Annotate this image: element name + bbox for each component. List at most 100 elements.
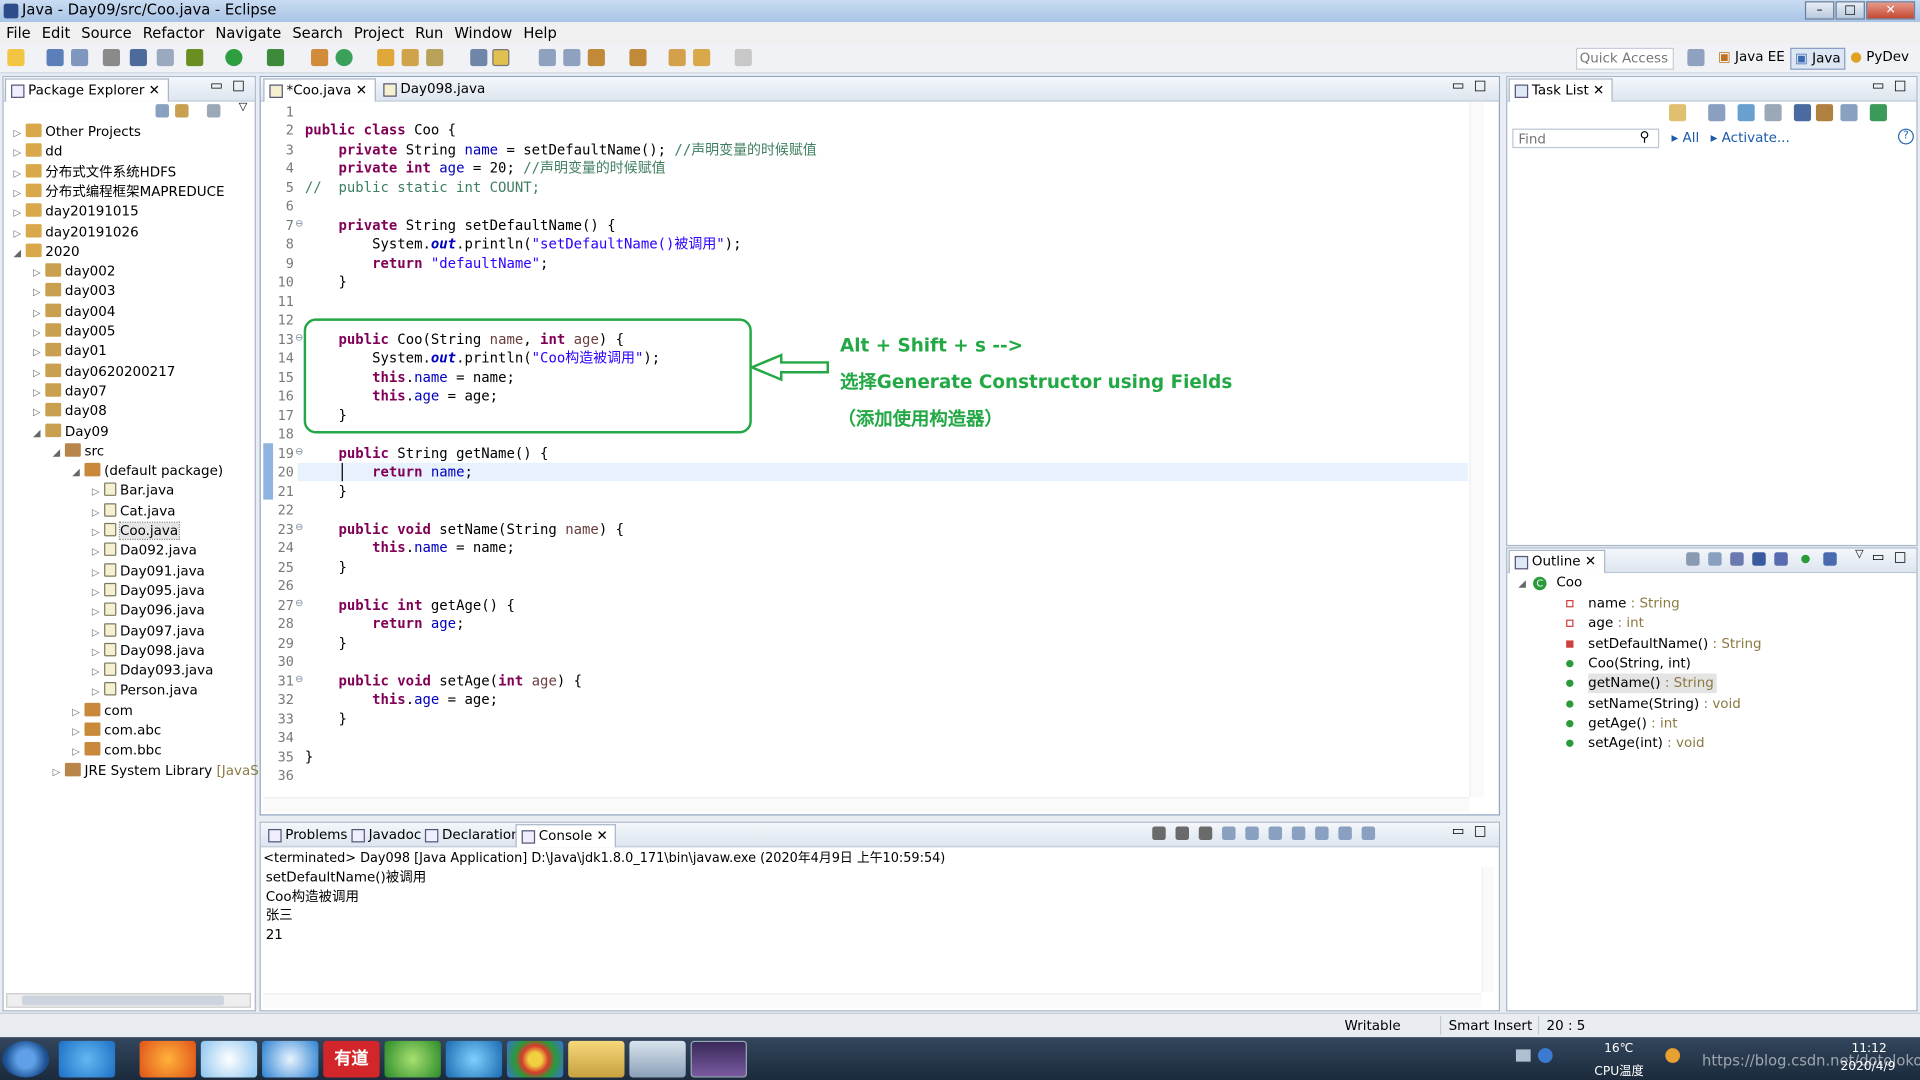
hide-completed-icon[interactable] — [1793, 104, 1812, 122]
outline-item[interactable]: getName() : String — [1588, 673, 1717, 694]
new-java-package-icon[interactable] — [311, 48, 329, 67]
save-icon[interactable] — [46, 48, 64, 67]
expand-arrow-icon[interactable]: ▷ — [33, 403, 45, 423]
tree-item[interactable]: ▷ com.abc — [72, 721, 161, 741]
expand-arrow-icon[interactable]: ▷ — [72, 742, 84, 762]
expand-arrow-icon[interactable]: ▷ — [92, 583, 104, 603]
console-horizontal-scrollbar[interactable] — [263, 993, 1482, 1008]
expand-arrow-icon[interactable]: ◢ — [33, 423, 45, 443]
expand-arrow-icon[interactable]: ▷ — [33, 263, 45, 283]
ie-alt-icon[interactable] — [445, 1040, 503, 1078]
menu-edit[interactable]: Edit — [42, 24, 70, 41]
maximize-view-icon[interactable]: □ — [1474, 823, 1487, 839]
tray-icon[interactable] — [1515, 1049, 1531, 1062]
remove-launch-icon[interactable] — [1175, 826, 1189, 841]
tab-outline[interactable]: Outline ✕ — [1508, 549, 1605, 574]
open-console-icon[interactable] — [1361, 826, 1376, 841]
expand-arrow-icon[interactable]: ▷ — [92, 663, 104, 683]
tree-item[interactable]: ▷ com — [72, 701, 133, 721]
close-icon[interactable]: ✕ — [1585, 553, 1596, 569]
link-editor-icon[interactable] — [175, 104, 189, 118]
fold-icon[interactable]: ⊖ — [295, 673, 303, 684]
open-perspective-icon[interactable] — [1687, 48, 1705, 67]
maximize-view-icon[interactable]: □ — [1474, 77, 1487, 93]
new-class-icon[interactable] — [335, 48, 353, 67]
perspective-pydev[interactable]: ● PyDev — [1847, 48, 1913, 70]
expand-arrow-icon[interactable]: ▷ — [92, 603, 104, 623]
block-select-icon[interactable] — [563, 48, 581, 67]
tree-item[interactable]: ▷ 分布式编程框架MAPREDUCE — [13, 182, 225, 202]
outline-item[interactable]: Coo(String, int) — [1588, 654, 1691, 674]
coverage-icon[interactable] — [266, 48, 285, 67]
prev-annotation-icon[interactable] — [629, 48, 647, 67]
tree-item[interactable]: ▷ Day095.java — [92, 582, 205, 602]
explorer-icon[interactable] — [568, 1040, 625, 1078]
expand-arrow-icon[interactable]: ▷ — [92, 523, 104, 543]
cloud-icon[interactable] — [262, 1040, 319, 1078]
notepad-icon[interactable] — [629, 1040, 686, 1078]
expand-arrow-icon[interactable]: ▷ — [33, 343, 45, 363]
task-find-input[interactable] — [1512, 128, 1660, 149]
fold-icon[interactable]: ⊖ — [295, 217, 303, 228]
youdao-icon[interactable]: 有道 — [323, 1040, 380, 1078]
expand-arrow-icon[interactable]: ◢ — [53, 443, 65, 463]
tree-item[interactable]: ▷ Day091.java — [92, 562, 205, 582]
tree-item[interactable]: ▷ Da092.java — [92, 542, 197, 562]
perspective-java[interactable]: ▣ Java — [1790, 47, 1846, 70]
close-icon[interactable]: ✕ — [592, 828, 608, 844]
tree-item[interactable]: ▷ Day097.java — [92, 621, 205, 641]
tree-item[interactable]: ▷ Bar.java — [92, 482, 174, 502]
run-icon[interactable] — [225, 48, 243, 67]
expand-arrow-icon[interactable]: ▷ — [92, 683, 104, 703]
horizontal-scrollbar[interactable] — [6, 993, 252, 1008]
minimize-view-icon[interactable]: ▭ — [1452, 823, 1465, 839]
expand-arrow-icon[interactable]: ▷ — [92, 623, 104, 643]
tree-item[interactable]: ▷ Dday093.java — [92, 661, 213, 683]
quick-access-field[interactable]: Quick Access — [1575, 47, 1674, 70]
outline-class[interactable]: ◢ C Coo — [1518, 573, 1582, 593]
print-icon[interactable] — [102, 48, 121, 67]
menu-search[interactable]: Search — [292, 24, 342, 41]
expand-arrow-icon[interactable]: ▷ — [13, 223, 25, 243]
save-all-icon[interactable] — [71, 48, 89, 67]
tree-item[interactable]: ◢ 2020 — [13, 242, 80, 262]
toggle-highlight-icon[interactable] — [492, 48, 510, 67]
tree-item[interactable]: ▷ day20191026 — [13, 222, 139, 243]
perspective-java-ee[interactable]: ▣ Java EE — [1714, 48, 1788, 70]
expand-arrow-icon[interactable]: ◢ — [72, 463, 84, 483]
hide-local-types-icon[interactable] — [1823, 552, 1837, 566]
collapse-all-icon[interactable] — [155, 104, 169, 118]
tree-item[interactable]: ▷ Coo.java — [92, 521, 180, 543]
menu-help[interactable]: Help — [523, 24, 557, 41]
start-button[interactable] — [2, 1040, 49, 1078]
outline-item[interactable]: setDefaultName() : String — [1588, 634, 1761, 654]
minimize-view-icon[interactable]: ▭ — [1872, 77, 1885, 93]
menu-project[interactable]: Project — [354, 24, 404, 41]
close-icon[interactable]: ✕ — [1593, 82, 1604, 98]
editor-horizontal-scrollbar[interactable] — [263, 797, 1470, 812]
help-tray-icon[interactable] — [1537, 1048, 1553, 1063]
minimize-view-icon[interactable]: ▭ — [1872, 549, 1885, 565]
expand-arrow-icon[interactable]: ▷ — [33, 383, 45, 403]
outline-item[interactable]: age : int — [1588, 614, 1644, 634]
eclipse-taskbar-icon[interactable] — [690, 1040, 747, 1078]
menu-source[interactable]: Source — [81, 24, 131, 41]
ie-icon[interactable] — [58, 1040, 116, 1078]
chrome-icon[interactable] — [506, 1040, 564, 1078]
menu-file[interactable]: File — [6, 24, 31, 41]
outline-item[interactable]: getAge() : int — [1588, 714, 1677, 734]
tree-item[interactable]: ▷ day08 — [33, 402, 107, 422]
menu-run[interactable]: Run — [415, 24, 443, 41]
menu-refactor[interactable]: Refactor — [143, 24, 205, 41]
skip-breakpoints-icon[interactable] — [156, 48, 174, 67]
view-menu-icon[interactable]: ▽ — [1855, 549, 1863, 561]
help-icon[interactable]: ? — [1897, 128, 1914, 145]
expand-arrow-icon[interactable]: ▷ — [72, 702, 84, 722]
close-icon[interactable]: ✕ — [149, 82, 160, 98]
expand-arrow-icon[interactable]: ▷ — [33, 363, 45, 383]
tree-item[interactable]: ▷ day003 — [33, 282, 115, 302]
tree-item[interactable]: ◢ (default package) — [72, 462, 223, 482]
tree-item[interactable]: ▷ JRE System Library [JavaSE-1 — [53, 761, 281, 781]
view-menu-icon[interactable]: ▽ — [239, 102, 247, 114]
scheduled-icon[interactable] — [1737, 104, 1755, 122]
